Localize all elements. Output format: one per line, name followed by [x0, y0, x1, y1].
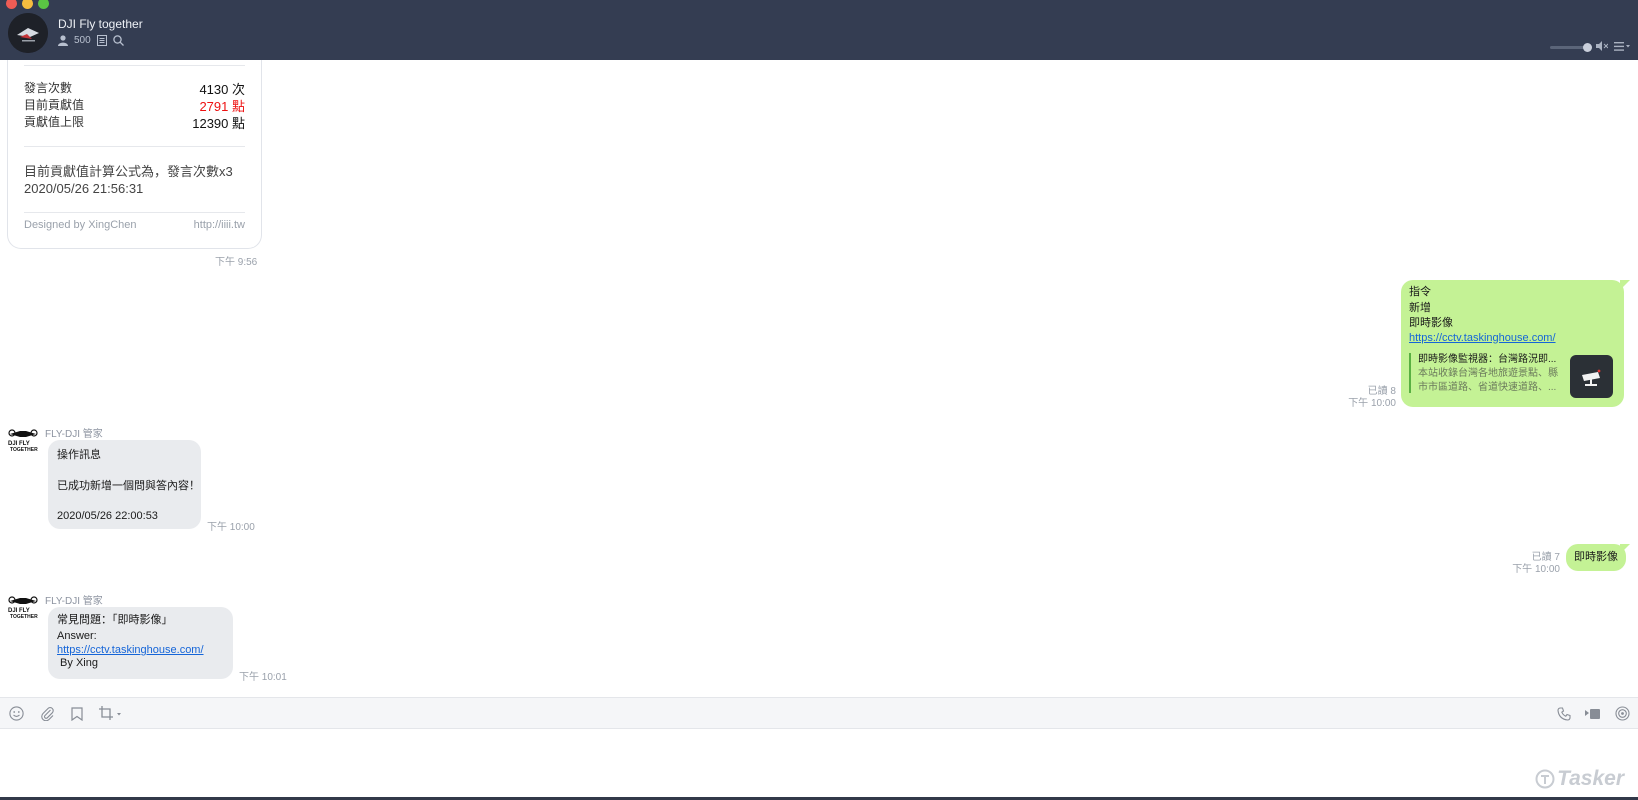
stat-label: 貢獻值上限 — [24, 115, 85, 129]
bubble-tail — [1620, 544, 1630, 554]
message-line: 指令 — [1409, 286, 1431, 298]
formula-line: 目前貢獻值計算公式為，發言次數x3 — [24, 164, 233, 179]
formula-text: 目前貢獻值計算公式為，發言次數x3 2020/05/26 21:56:31 — [24, 163, 233, 197]
message-body: 操作訊息 已成功新增一個問與答內容！ 2020/05/26 22:00:53 — [57, 448, 200, 525]
input-toolbar — [0, 697, 1638, 729]
received-message-bubble[interactable]: 操作訊息 已成功新增一個問與答內容！ 2020/05/26 22:00:53 — [48, 440, 201, 529]
message-time: 下午 10:00 — [1348, 398, 1396, 409]
cctv-camera-icon — [1582, 369, 1601, 386]
stat-value: 12390 點 — [192, 116, 245, 131]
message-time: 下午 9:56 — [215, 257, 258, 268]
member-count[interactable]: 500 — [74, 35, 91, 46]
video-icon[interactable] — [1585, 707, 1601, 725]
crop-icon[interactable] — [99, 706, 121, 726]
read-count: 已讀 7 — [1531, 552, 1560, 563]
received-message-bubble[interactable]: 常見問題：「即時影像」 Answer: https://cctv.tasking… — [48, 607, 233, 679]
window-minimize-button[interactable] — [22, 0, 33, 9]
window-controls — [1550, 38, 1630, 56]
message-line: 已成功新增一個問與答內容！ — [57, 479, 200, 492]
stats-card: 發言次數 4130 次 目前貢獻值 2791 點 貢獻值上限 12390 點 目… — [7, 60, 262, 249]
designer-credit: Designed by XingChen — [24, 219, 137, 231]
volume-knob[interactable] — [1583, 42, 1592, 52]
sender-name: FLY-DJI 管家 — [45, 596, 103, 607]
message-line: 操作訊息 — [57, 449, 101, 461]
title-bar: DJI Fly together 500 — [0, 0, 1638, 60]
divider — [24, 146, 245, 147]
emoji-icon[interactable] — [9, 706, 24, 726]
message-line: 2020/05/26 22:00:53 — [57, 510, 158, 522]
chat-area[interactable]: 發言次數 4130 次 目前貢獻值 2791 點 貢獻值上限 12390 點 目… — [0, 60, 1638, 697]
user-icon — [58, 35, 68, 46]
read-receipt: 已讀 8 下午 10:00 — [1348, 386, 1396, 410]
mute-icon[interactable] — [1596, 38, 1609, 56]
card-footer: Designed by XingChen http://iiii.tw — [24, 219, 245, 231]
group-meta: 500 — [58, 35, 124, 46]
bubble-tail — [1620, 280, 1630, 290]
group-title: DJI Fly together — [58, 17, 143, 31]
volume-slider[interactable] — [1550, 42, 1592, 52]
designer-url[interactable]: http://iiii.tw — [194, 219, 245, 231]
attach-icon[interactable] — [40, 706, 55, 726]
message-input[interactable]: Tasker — [0, 729, 1638, 800]
read-receipt: 已讀 7 下午 10:00 — [1512, 552, 1560, 576]
message-line: By Xing — [57, 657, 98, 669]
message-link[interactable]: https://cctv.taskinghouse.com/ — [1409, 332, 1556, 344]
phone-icon[interactable] — [1557, 706, 1571, 726]
toolbar-right — [1557, 706, 1630, 726]
window-close-button[interactable] — [6, 0, 17, 9]
menu-icon[interactable] — [1614, 38, 1630, 56]
bot-avatar[interactable]: DJI FLY TOGETHER — [7, 425, 39, 453]
message-line: Answer: — [57, 629, 97, 642]
bookmark-icon[interactable] — [71, 706, 83, 726]
search-icon[interactable] — [112, 35, 124, 46]
bot-avatar[interactable]: DJI FLY TOGETHER — [7, 592, 39, 620]
preview-thumbnail[interactable] — [1570, 355, 1613, 398]
sent-message-bubble[interactable]: 指令 新增 即時影像 https://cctv.taskinghouse.com… — [1401, 280, 1624, 407]
message-line: 常見問題：「即時影像」 — [57, 614, 173, 626]
message-line: 即時影像 — [1409, 317, 1453, 329]
divider — [24, 212, 245, 213]
message-line: 新增 — [1409, 301, 1431, 314]
sender-name: FLY-DJI 管家 — [45, 429, 103, 440]
live-icon[interactable] — [1615, 706, 1630, 726]
window-maximize-button[interactable] — [38, 0, 49, 9]
message-body: 指令 新增 即時影像 https://cctv.taskinghouse.com… — [1409, 285, 1556, 344]
svg-text:TOGETHER: TOGETHER — [10, 447, 38, 453]
formula-timestamp: 2020/05/26 21:56:31 — [24, 181, 144, 196]
message-time: 下午 10:00 — [1512, 564, 1560, 575]
svg-text:TOGETHER: TOGETHER — [10, 614, 38, 620]
stat-row: 貢獻值上限 12390 點 — [24, 113, 245, 132]
message-time: 下午 10:01 — [239, 672, 287, 683]
divider — [24, 65, 245, 66]
watermark-text: Tasker — [1557, 767, 1624, 790]
message-link[interactable]: https://cctv.taskinghouse.com/ — [57, 644, 204, 656]
message-line: 即時影像 — [1574, 551, 1618, 563]
group-avatar[interactable] — [8, 13, 48, 53]
message-body: 常見問題：「即時影像」 Answer: https://cctv.tasking… — [57, 613, 204, 672]
toolbar-left — [9, 706, 121, 726]
sent-message-bubble[interactable]: 即時影像 — [1566, 544, 1626, 571]
note-icon[interactable] — [96, 35, 107, 46]
read-count: 已讀 8 — [1367, 386, 1396, 397]
tasker-watermark: Tasker — [1535, 767, 1624, 791]
tasker-logo-icon — [1535, 769, 1555, 789]
message-time: 下午 10:00 — [207, 522, 255, 533]
